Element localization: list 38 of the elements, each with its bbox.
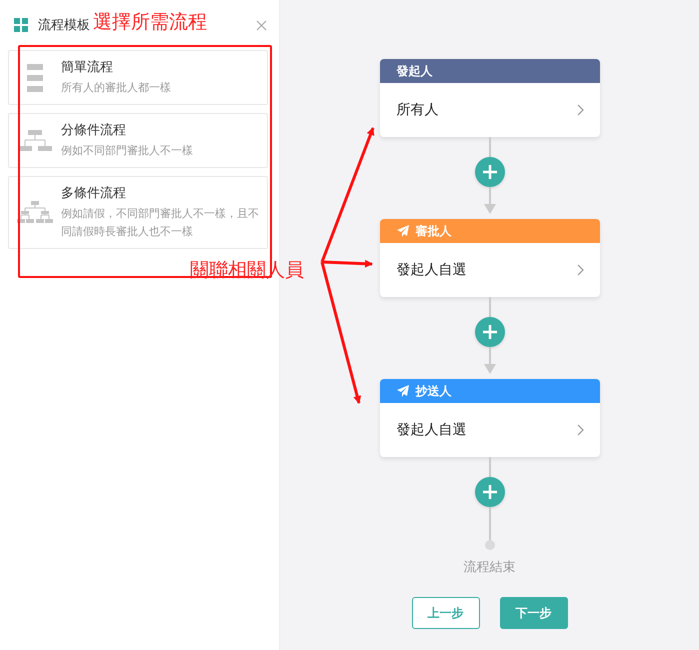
- template-description: 所有人的審批人都一樣: [61, 80, 172, 96]
- flow-end-label: 流程結束: [464, 559, 516, 576]
- panel-title: 流程模板: [38, 17, 90, 34]
- node-value: 發起人自選: [396, 421, 466, 439]
- template-title: 分條件流程: [61, 122, 127, 140]
- template-description: 例如請假，不同部門審批人不一樣，且不同請假時長審批人也不一樣: [61, 206, 260, 240]
- plus-icon: [482, 164, 498, 180]
- plus-icon: [482, 324, 498, 340]
- chevron-right-icon: [576, 264, 584, 276]
- template-card[interactable]: 分條件流程 例如不同部門審批人不一樣: [8, 113, 268, 168]
- node-title: 發起人: [396, 62, 432, 80]
- approval-node-card[interactable]: 審批人 發起人自選: [380, 219, 600, 297]
- template-title: 簡單流程: [61, 59, 114, 77]
- plus-icon: [482, 484, 498, 500]
- flow-steps-icon: [27, 64, 43, 92]
- node-title: 審批人: [416, 222, 452, 240]
- approval-node-card[interactable]: 抄送人 發起人自選: [380, 379, 600, 457]
- node-value: 發起人自選: [396, 261, 466, 279]
- close-icon[interactable]: [256, 20, 267, 30]
- add-node-button[interactable]: [474, 477, 504, 507]
- org-tree-icon: [17, 201, 53, 225]
- template-card[interactable]: 多條件流程 例如請假，不同部門審批人不一樣，且不同請假時長審批人也不一樣: [8, 176, 268, 249]
- paper-plane-icon: [396, 225, 408, 237]
- template-description: 例如不同部門審批人不一樣: [61, 143, 194, 159]
- add-node-button[interactable]: [474, 157, 504, 187]
- end-dot: [484, 540, 494, 550]
- node-title: 抄送人: [416, 382, 452, 400]
- add-node-button[interactable]: [474, 317, 504, 347]
- approval-node-card[interactable]: 發起人 所有人: [380, 59, 600, 137]
- template-card[interactable]: 簡單流程 所有人的審批人都一樣: [8, 50, 268, 105]
- chevron-right-icon: [576, 424, 584, 436]
- template-title: 多條件流程: [61, 185, 127, 203]
- branch-tree-icon: [18, 130, 52, 152]
- node-value: 所有人: [396, 101, 438, 119]
- grid-icon: [14, 18, 28, 32]
- chevron-right-icon: [576, 104, 584, 116]
- annotation-title: 選擇所需流程: [93, 11, 207, 33]
- paper-plane-icon: [396, 385, 408, 397]
